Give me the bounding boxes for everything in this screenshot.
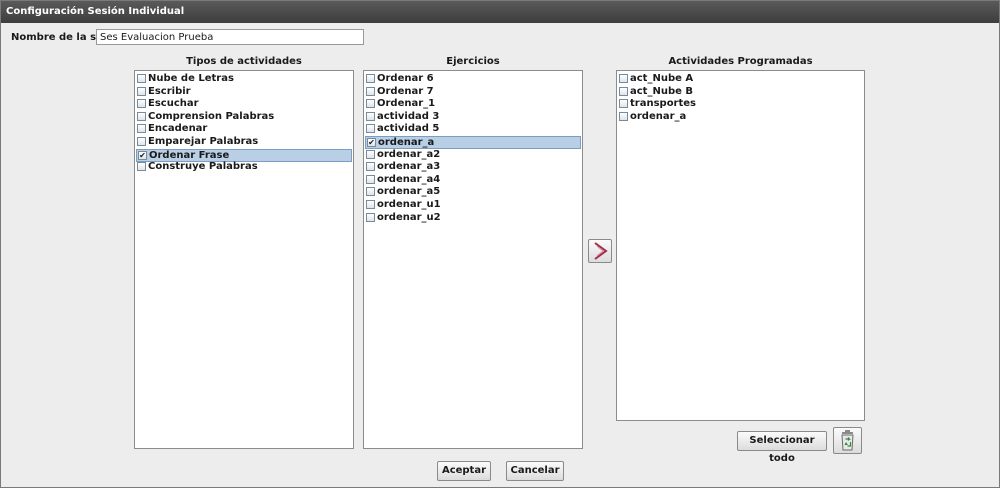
cancel-button[interactable]: Cancelar <box>506 461 564 481</box>
window-title: Configuración Sesión Individual <box>1 1 999 23</box>
select-all-button[interactable]: Seleccionar todo <box>737 431 827 464</box>
programadas-list-item-label: act_Nube B <box>630 85 693 97</box>
checkbox[interactable] <box>366 124 375 134</box>
ejercicios-list-item-label: actividad 5 <box>377 123 440 135</box>
programadas-list-item-label: ordenar_a <box>630 110 687 122</box>
checkbox[interactable] <box>366 111 375 121</box>
tipos-list-item[interactable]: Emparejar Palabras <box>136 136 352 148</box>
ejercicios-list-item-label: Ordenar 7 <box>377 85 434 97</box>
tipos-list-item[interactable]: Construye Palabras <box>136 161 352 173</box>
checkbox[interactable] <box>619 74 628 83</box>
tipos-list-item[interactable]: Escribir <box>136 86 352 98</box>
ejercicios-list-item[interactable]: ✔ ordenar_a <box>365 136 581 149</box>
ejercicios-list[interactable]: Ordenar 6 Ordenar 7 Ordenar_1 actividad 3 ac… <box>363 70 583 449</box>
tipos-list-item-label: Escuchar <box>148 98 199 110</box>
checkbox[interactable] <box>619 111 628 121</box>
checkbox[interactable] <box>137 86 146 96</box>
ejercicios-list-item[interactable]: ordenar_a2 <box>365 149 581 161</box>
ejercicios-list-item-label: ordenar_a2 <box>377 148 441 160</box>
ejercicios-list-item[interactable]: ordenar_a4 <box>365 174 581 186</box>
ejercicios-list-item[interactable]: actividad 3 <box>365 111 581 123</box>
tipos-list-item-label: Comprension Palabras <box>148 110 275 122</box>
tipos-list-item-label: Construye Palabras <box>148 161 258 173</box>
ejercicios-list-item[interactable]: Ordenar_1 <box>365 98 581 110</box>
ejercicios-list-item[interactable]: Ordenar 7 <box>365 86 581 98</box>
ejercicios-header: Ejercicios <box>446 56 500 67</box>
checkbox[interactable] <box>366 200 375 209</box>
ejercicios-list-item-label: ordenar_a4 <box>377 173 441 185</box>
programadas-list-item-label: act_Nube A <box>630 73 694 84</box>
ejercicios-list-item-label: ordenar_u1 <box>377 199 441 210</box>
ejercicios-list-item-label: ordenar_u2 <box>377 211 441 223</box>
ejercicios-list-item[interactable]: ordenar_u1 <box>365 199 581 211</box>
programadas-list-item[interactable]: act_Nube A <box>618 73 863 85</box>
checkbox[interactable] <box>137 111 146 121</box>
checkbox[interactable] <box>619 99 628 109</box>
checkbox[interactable] <box>137 124 146 134</box>
checkbox[interactable] <box>366 86 375 96</box>
tipos-list-item-label: Escribir <box>148 85 191 97</box>
ejercicios-list-item[interactable]: Ordenar 6 <box>365 73 581 85</box>
tipos-list-item-label: Ordenar Frase <box>149 149 230 161</box>
tipos-header: Tipos de actividades <box>186 56 302 67</box>
tipos-list-item[interactable]: Nube de Letras <box>136 73 352 85</box>
programadas-list-item[interactable]: ordenar_a <box>618 111 863 123</box>
checkbox[interactable]: ✔ <box>138 150 147 160</box>
ejercicios-list-item-label: ordenar_a <box>378 137 435 148</box>
checkbox[interactable] <box>137 137 146 146</box>
dialog-window: Configuración Sesión Individual Nombre d… <box>0 0 1000 488</box>
tipos-list-item[interactable]: ✔ Ordenar Frase <box>136 148 352 162</box>
ejercicios-list-item[interactable]: ordenar_a5 <box>365 186 581 198</box>
ejercicios-list-item[interactable]: actividad 5 <box>365 123 581 135</box>
ejercicios-list-item-label: ordenar_a5 <box>377 186 441 198</box>
tipos-list-item-label: Encadenar <box>148 123 208 135</box>
tipos-list-item[interactable]: Encadenar <box>136 123 352 135</box>
programadas-header: Actividades Programadas <box>668 56 813 67</box>
checkbox[interactable] <box>137 162 146 172</box>
checkbox[interactable] <box>366 74 375 83</box>
ejercicios-list-item-label: Ordenar 6 <box>377 73 434 84</box>
checkbox[interactable] <box>366 162 375 172</box>
session-name-input[interactable] <box>96 29 364 45</box>
tipos-list-item[interactable]: Comprension Palabras <box>136 111 352 123</box>
checkbox[interactable] <box>366 99 375 109</box>
chevron-right-icon <box>594 242 608 260</box>
ejercicios-list-item[interactable]: ordenar_u2 <box>365 212 581 224</box>
programadas-list[interactable]: act_Nube Aact_Nube Btransportes ordenar_a <box>616 70 865 421</box>
checkbox[interactable] <box>366 187 375 197</box>
accept-button[interactable]: Aceptar <box>437 461 491 481</box>
ejercicios-list-item-label: actividad 3 <box>377 110 440 122</box>
ejercicios-list-item-label: ordenar_a3 <box>377 161 441 173</box>
checkbox[interactable] <box>619 86 628 96</box>
delete-button[interactable] <box>833 427 862 454</box>
checkbox[interactable] <box>366 212 375 222</box>
checkbox[interactable] <box>137 74 146 83</box>
checkbox[interactable] <box>366 174 375 184</box>
tipos-list-item-label: Emparejar Palabras <box>148 136 259 147</box>
checkbox[interactable]: ✔ <box>367 138 376 147</box>
checkbox[interactable] <box>137 99 146 109</box>
programadas-list-item[interactable]: transportes <box>618 98 863 110</box>
programadas-list-item[interactable]: act_Nube B <box>618 86 863 98</box>
ejercicios-list-item[interactable]: ordenar_a3 <box>365 161 581 173</box>
add-to-programadas-button[interactable] <box>588 239 612 263</box>
recycle-bin-icon <box>841 430 854 451</box>
ejercicios-list-item-label: Ordenar_1 <box>377 98 436 110</box>
tipos-list[interactable]: Nube de Letras Escribir Escuchar Comprensio… <box>134 70 354 449</box>
tipos-list-item-label: Nube de Letras <box>148 73 234 84</box>
checkbox[interactable] <box>366 149 375 159</box>
programadas-list-item-label: transportes <box>630 98 697 110</box>
tipos-list-item[interactable]: Escuchar <box>136 98 352 110</box>
